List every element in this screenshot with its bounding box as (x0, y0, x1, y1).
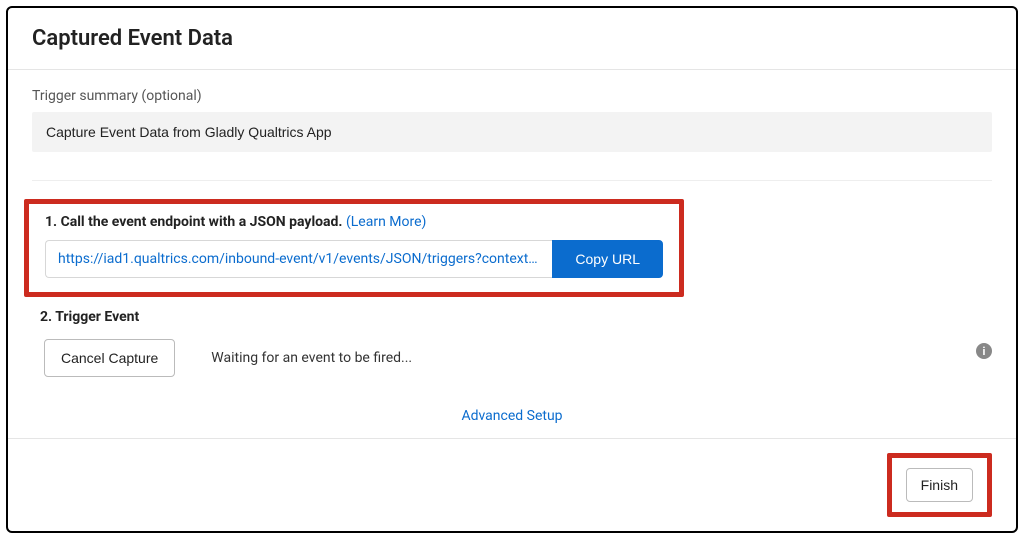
step1-highlight-frame: 1. Call the event endpoint with a JSON p… (24, 199, 684, 297)
step2-title: 2. Trigger Event (40, 309, 992, 325)
learn-more-link[interactable]: (Learn More) (346, 214, 426, 230)
advanced-setup-row: Advanced Setup (32, 405, 992, 424)
event-url-field[interactable]: https://iad1.qualtrics.com/inbound-event… (45, 240, 552, 278)
trigger-summary-label: Trigger summary (optional) (32, 88, 992, 104)
finish-highlight-frame: Finish (887, 453, 992, 517)
event-url-row: https://iad1.qualtrics.com/inbound-event… (45, 240, 663, 278)
advanced-setup-link[interactable]: Advanced Setup (461, 408, 562, 424)
cancel-capture-button[interactable]: Cancel Capture (44, 339, 175, 377)
modal-captured-event-data: Captured Event Data Trigger summary (opt… (6, 6, 1018, 533)
step1-title-text: 1. Call the event endpoint with a JSON p… (45, 214, 346, 230)
modal-body: Trigger summary (optional) 1. Call the e… (8, 70, 1016, 444)
copy-url-button[interactable]: Copy URL (552, 240, 663, 278)
trigger-summary-input[interactable] (32, 112, 992, 152)
step2-row: Cancel Capture Waiting for an event to b… (44, 339, 992, 377)
waiting-status-text: Waiting for an event to be fired... (211, 350, 412, 366)
divider (32, 180, 992, 181)
modal-header: Captured Event Data (8, 8, 1016, 70)
finish-button[interactable]: Finish (906, 468, 973, 502)
info-icon[interactable]: i (976, 343, 992, 359)
step1-container: 1. Call the event endpoint with a JSON p… (32, 199, 992, 297)
step1-title: 1. Call the event endpoint with a JSON p… (45, 214, 663, 230)
page-title: Captured Event Data (32, 26, 992, 51)
modal-footer: Finish (8, 438, 1016, 531)
